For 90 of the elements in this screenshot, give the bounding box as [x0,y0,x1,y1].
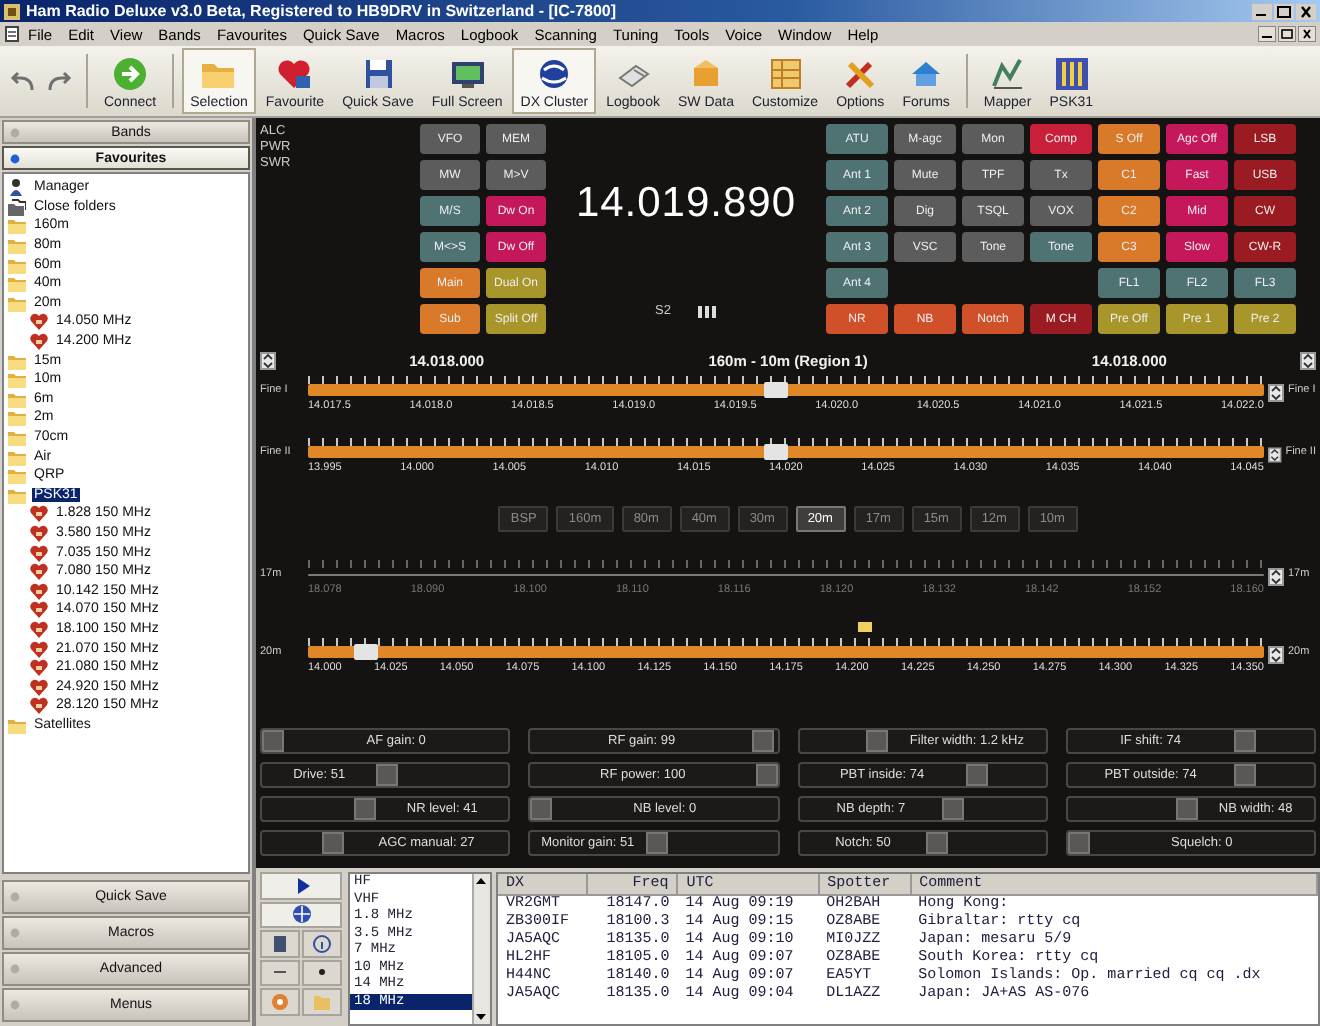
slider-thumb[interactable] [322,832,345,854]
spin-icon[interactable] [1268,384,1284,402]
tool-button[interactable] [302,959,342,986]
document-icon [4,26,20,42]
slider-thumb[interactable] [1233,730,1256,752]
folder-icon [8,370,26,389]
slider-thumb[interactable] [965,764,988,786]
scale-thumb[interactable] [764,382,789,398]
spin-icon[interactable] [1268,646,1284,664]
maximize-button[interactable] [1274,3,1294,19]
dot-icon [10,892,20,902]
slider-thumb[interactable] [866,730,889,752]
arrow-circle-icon [110,53,151,93]
tool-button[interactable] [260,930,300,957]
tool-button[interactable] [260,959,300,986]
scale-thumb[interactable] [354,644,379,660]
radio-icon [30,658,48,677]
radio-icon [30,696,48,715]
slider-thumb[interactable] [645,832,667,854]
spin-icon[interactable] [1300,351,1317,369]
folder-icon [8,216,26,235]
globe-icon [291,904,311,925]
radio-icon [30,619,48,638]
redo-icon[interactable] [46,69,74,93]
radio-icon [30,504,48,523]
down-arrow-icon[interactable] [474,1010,488,1024]
radio-icon [30,600,48,619]
dot-icon [10,153,20,163]
dot-icon [10,964,20,974]
slider-thumb[interactable] [1233,764,1256,786]
slider-thumb[interactable] [942,798,965,820]
dot-icon [10,928,20,938]
tool-button[interactable] [302,930,342,957]
dot-icon [10,1000,20,1010]
chart-icon [987,53,1028,93]
radio-icon [30,543,48,562]
restore-button[interactable] [1278,26,1296,42]
radio-icon [30,332,48,351]
spin-icon[interactable] [1268,446,1282,464]
radio-icon [30,639,48,658]
bars-icon [1051,53,1092,93]
person-icon [8,178,26,197]
minimize-button[interactable] [1258,26,1276,42]
radio-icon [30,523,48,542]
folder-icon [8,293,26,312]
folder-icon [8,255,26,274]
folder-icon [8,447,26,466]
slider-thumb[interactable] [926,832,949,854]
spin-icon[interactable] [260,351,276,369]
radio-icon [30,562,48,581]
marker-icon [857,622,872,632]
folder-icon [8,351,26,370]
slider-thumb[interactable] [1175,798,1198,820]
folder-icon [8,485,26,504]
folder-icon [8,466,26,485]
slider-thumb[interactable] [755,764,777,786]
folder-icon [8,715,26,734]
folder-icon [8,389,26,408]
scrollbar[interactable] [472,874,490,1024]
folder-icon [8,408,26,427]
info-icon [312,933,332,954]
dot-icon [10,127,20,137]
folder-icon [8,274,26,293]
radio-icon [30,312,48,331]
window-title: Ham Radio Deluxe v3.0 Beta, Registered to HB9DRV in Switzerland - [IC-7800] [26,2,619,20]
grid-icon [765,53,806,93]
radio-icon [30,581,48,600]
slider-thumb[interactable] [530,798,553,820]
close-button[interactable] [1296,3,1316,19]
slider-thumb[interactable] [376,764,399,786]
slider-thumb[interactable] [752,730,775,752]
folder-icon [8,428,26,447]
tool-button[interactable] [260,901,342,928]
scale-thumb[interactable] [764,444,789,460]
frequency-display: 14.019.890 [575,180,797,228]
up-arrow-icon[interactable] [474,874,488,888]
folder-icon [8,236,26,255]
app-icon [4,3,20,19]
close-button[interactable] [1298,26,1316,42]
spin-icon[interactable] [1268,568,1284,586]
tool-button[interactable] [260,872,342,899]
signal-bars-icon [698,305,717,317]
folders-icon [8,197,26,216]
radio-icon [30,677,48,696]
slider-thumb[interactable] [354,798,377,820]
slider-thumb[interactable] [1067,832,1090,854]
minimize-button[interactable] [1252,3,1272,19]
folder-icon [312,991,332,1012]
undo-icon[interactable] [8,69,36,93]
slider-thumb[interactable] [262,730,284,752]
